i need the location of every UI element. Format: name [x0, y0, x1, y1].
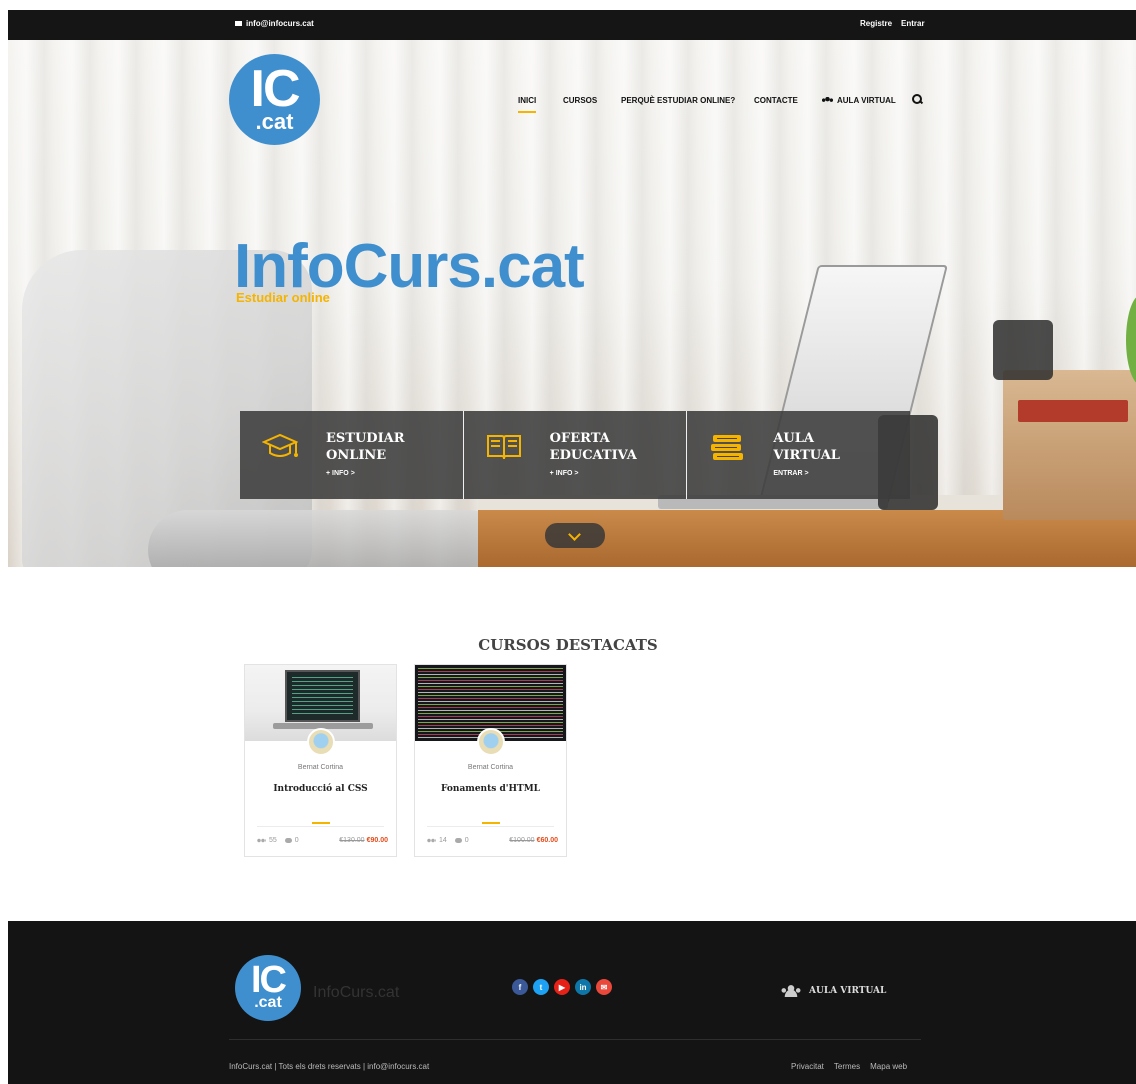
hero-chair-seat-image [148, 510, 508, 567]
course-card[interactable]: Bernat Cortina Fonaments d'HTML 14 0 €10… [414, 664, 567, 857]
footer-links: Privacitat Termes Mapa web [791, 1062, 907, 1071]
course-divider-accent [312, 822, 330, 824]
course-divider [427, 826, 554, 827]
course-title[interactable]: Fonaments d'HTML [415, 784, 566, 794]
course-old-price: €130.00 [339, 837, 365, 844]
main-navigation: INICI CURSOS PERQUÈ ESTUDIAR ONLINE? CON… [0, 94, 1136, 113]
nav-item-perque-estudiar-online[interactable]: PERQUÈ ESTUDIAR ONLINE? [621, 96, 735, 105]
users-icon [822, 97, 833, 104]
open-book-icon [486, 435, 521, 460]
hero-book-image [1018, 400, 1128, 422]
laptop-screen-image [285, 670, 360, 722]
envelope-icon [235, 21, 242, 26]
nav-item-aula-virtual-label: AULA VIRTUAL [837, 96, 896, 105]
hero-drawer-image [1003, 370, 1136, 520]
feature-title-line1: OFERTA [549, 431, 610, 446]
footer-social-links: f t ▶ in ✉ [512, 979, 612, 995]
topbar-email[interactable]: info@infocurs.cat [235, 19, 314, 28]
author-avatar [307, 728, 335, 756]
feature-title-line2: ONLINE [326, 448, 387, 463]
login-link[interactable]: Entrar [901, 19, 925, 28]
logo-text-cat: .cat [254, 994, 282, 1011]
feature-estudiar-online[interactable]: ESTUDIAR ONLINE + INFO > [240, 411, 464, 499]
books-stack-icon [711, 435, 744, 460]
logo-text-cat: .cat [255, 108, 294, 134]
feature-title: ESTUDIAR ONLINE [326, 430, 436, 464]
topbar-email-text[interactable]: info@infocurs.cat [246, 19, 314, 28]
facebook-icon[interactable]: f [512, 979, 528, 995]
course-comments: 0 [464, 837, 469, 844]
course-price: €90.00 [366, 837, 388, 844]
featured-courses-title: CURSOS DESTACATS [478, 636, 658, 654]
hero-subtitle: Estudiar online [236, 290, 330, 305]
feature-title: AULA VIRTUAL [773, 430, 883, 464]
top-bar: info@infocurs.cat Registre Entrar [8, 10, 1136, 40]
students-icon [257, 838, 266, 843]
course-divider [257, 826, 384, 827]
feature-boxes: ESTUDIAR ONLINE + INFO > OFERTA EDUCATIVA … [240, 411, 911, 499]
course-title[interactable]: Introducció al CSS [245, 784, 396, 794]
search-icon[interactable] [912, 94, 922, 104]
course-author: Bernat Cortina [297, 764, 344, 771]
footer-link-termes[interactable]: Termes [834, 1062, 860, 1071]
comments-icon [284, 838, 292, 843]
register-link[interactable]: Registre [860, 19, 892, 28]
footer-divider [229, 1039, 921, 1040]
footer-aula-virtual-label: AULA VIRTUAL [809, 986, 887, 996]
footer-link-privacitat[interactable]: Privacitat [791, 1062, 824, 1071]
hero-title: InfoCurs.cat [234, 232, 585, 301]
feature-link[interactable]: + INFO > [326, 470, 355, 477]
graduation-cap-icon [262, 433, 298, 457]
linkedin-icon[interactable]: in [575, 979, 591, 995]
feature-oferta-educativa[interactable]: OFERTA EDUCATIVA + INFO > [463, 411, 688, 499]
users-icon [781, 985, 801, 997]
feature-link[interactable]: + INFO > [550, 470, 579, 477]
footer-aula-virtual-link[interactable]: AULA VIRTUAL [781, 985, 886, 997]
course-card[interactable]: Bernat Cortina Introducció al CSS 55 0 €… [244, 664, 397, 857]
hero-pen-holder-image [993, 320, 1053, 380]
course-divider-accent [482, 822, 500, 824]
feature-aula-virtual[interactable]: AULA VIRTUAL ENTRAR > [687, 411, 911, 499]
course-comments: 0 [294, 837, 299, 844]
site-footer [8, 921, 1136, 1084]
students-icon [427, 838, 436, 843]
course-meta: 14 0 €100.00 €60.00 [427, 837, 558, 844]
course-students: 14 [439, 837, 447, 844]
feature-title: OFERTA EDUCATIVA [550, 430, 660, 464]
feature-title-line2: EDUCATIVA [549, 448, 637, 463]
email-icon[interactable]: ✉ [596, 979, 612, 995]
nav-item-inici[interactable]: INICI [518, 96, 537, 113]
footer-link-mapa-web[interactable]: Mapa web [870, 1062, 907, 1071]
course-old-price: €100.00 [509, 837, 535, 844]
footer-logo[interactable]: IC .cat [235, 955, 301, 1021]
course-price: €60.00 [536, 837, 558, 844]
footer-brand-name: InfoCurs.cat [313, 984, 400, 1001]
feature-title-line1: ESTUDIAR [326, 431, 405, 446]
feature-title-line2: VIRTUAL [773, 448, 840, 463]
comments-icon [454, 838, 462, 843]
course-students: 55 [269, 837, 277, 844]
footer-copyright: InfoCurs.cat | Tots els drets reservats … [229, 1062, 430, 1071]
feature-link[interactable]: ENTRAR > [773, 470, 808, 477]
author-avatar [477, 728, 505, 756]
course-author: Bernat Cortina [467, 764, 514, 771]
youtube-icon[interactable]: ▶ [554, 979, 570, 995]
nav-item-contacte[interactable]: CONTACTE [754, 96, 798, 105]
feature-title-line1: AULA [773, 431, 814, 446]
nav-item-cursos[interactable]: CURSOS [563, 96, 597, 105]
course-meta: 55 0 €130.00 €90.00 [257, 837, 388, 844]
scroll-down-button[interactable] [545, 523, 605, 548]
nav-item-aula-virtual[interactable]: AULA VIRTUAL [822, 96, 896, 105]
topbar-account-links: Registre Entrar [860, 19, 925, 28]
twitter-icon[interactable]: t [533, 979, 549, 995]
